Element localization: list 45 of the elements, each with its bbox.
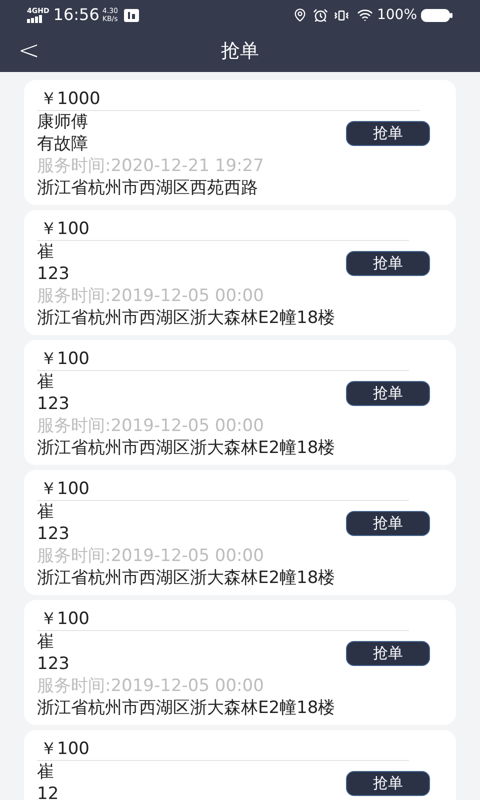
page-title: 抢单 xyxy=(221,38,259,64)
address: 浙江省杭州市西湖区浙大森林E2幢18楼 xyxy=(37,307,336,329)
customer-name: 崔 xyxy=(37,761,54,783)
service-time: 服务时间:2019-12-05 00:00 xyxy=(37,545,264,567)
grab-order-button[interactable]: 抢单 xyxy=(346,641,430,666)
service-time: 服务时间:2019-12-05 00:00 xyxy=(37,675,264,697)
customer-name: 崔 xyxy=(37,501,54,523)
price: ￥100 xyxy=(37,478,410,501)
price: ￥100 xyxy=(37,608,410,631)
location-icon xyxy=(292,8,307,22)
address: 浙江省杭州市西湖区西苑西路 xyxy=(37,177,258,199)
grab-order-button[interactable]: 抢单 xyxy=(346,511,430,536)
address: 浙江省杭州市西湖区浙大森林E2幢18楼 xyxy=(37,437,336,459)
service-time: 服务时间:2019-12-05 00:00 xyxy=(37,285,264,307)
alarm-icon xyxy=(312,8,328,22)
back-button[interactable]: < xyxy=(18,38,40,64)
address: 浙江省杭州市西湖区浙大森林E2幢18楼 xyxy=(37,567,336,589)
customer-name: 康师傅 xyxy=(37,111,88,133)
order-note: 12 xyxy=(37,783,59,800)
service-time: 服务时间:2019-12-05 00:00 xyxy=(37,415,264,437)
customer-name: 崔 xyxy=(37,371,54,393)
order-note: 123 xyxy=(37,653,70,675)
order-note: 123 xyxy=(37,263,70,285)
service-time: 服务时间:2020-12-21 19:27 xyxy=(37,155,264,177)
price: ￥100 xyxy=(37,738,410,761)
grab-order-button[interactable]: 抢单 xyxy=(346,381,430,406)
price: ￥100 xyxy=(37,348,410,371)
customer-name: 崔 xyxy=(37,241,54,263)
price: ￥1000 xyxy=(37,88,420,111)
battery-icon xyxy=(421,8,453,22)
battery-percent: 100% xyxy=(376,6,417,24)
grab-order-button[interactable]: 抢单 xyxy=(346,121,430,146)
address: 浙江省杭州市西湖区浙大森林E2幢18楼 xyxy=(37,697,336,719)
vibrate-icon xyxy=(334,8,349,22)
signal-icon xyxy=(27,14,43,22)
order-note: 有故障 xyxy=(37,133,88,155)
customer-name: 崔 xyxy=(37,631,54,653)
notification-icon xyxy=(124,8,139,22)
order-note: 123 xyxy=(37,523,70,545)
grab-order-button[interactable]: 抢单 xyxy=(346,771,430,796)
grab-order-button[interactable]: 抢单 xyxy=(346,251,430,276)
wifi-icon xyxy=(356,7,373,23)
price: ￥100 xyxy=(37,218,410,241)
clock: 16:56 xyxy=(53,4,100,26)
order-note: 123 xyxy=(37,393,70,415)
